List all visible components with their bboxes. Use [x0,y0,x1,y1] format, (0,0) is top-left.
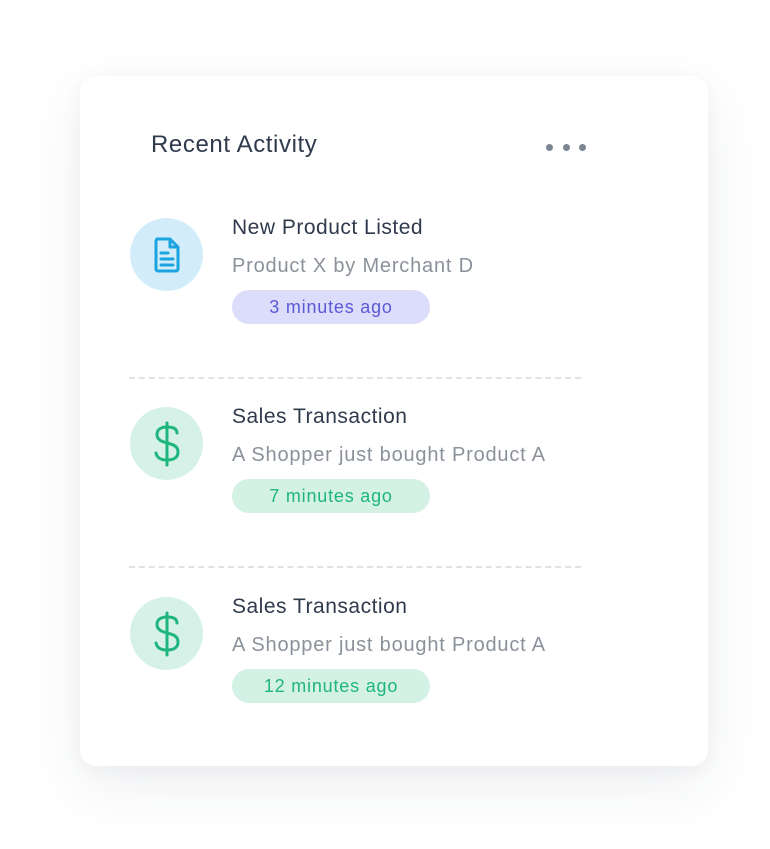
activity-description: Product X by Merchant D [232,255,474,277]
time-badge: 3 minutes ago [232,290,430,324]
divider [129,566,581,568]
stage: Recent Activity New Product Listed Produ… [0,0,770,849]
card-title: Recent Activity [151,131,318,158]
divider [129,377,581,379]
more-options-button[interactable] [546,136,586,158]
activity-description: A Shopper just bought Product A [232,444,546,466]
ellipsis-icon-dot [579,143,586,151]
activity-title: Sales Transaction [232,595,408,618]
dollar-icon [130,597,203,670]
activity-description: A Shopper just bought Product A [232,634,546,656]
time-badge: 7 minutes ago [232,479,430,513]
time-badge: 12 minutes ago [232,669,430,703]
document-icon [130,218,203,291]
recent-activity-card: Recent Activity New Product Listed Produ… [80,76,708,766]
ellipsis-icon-dot [562,143,570,151]
activity-title: New Product Listed [232,216,424,239]
dollar-icon [130,407,203,480]
activity-title: Sales Transaction [232,405,408,428]
ellipsis-icon-dot [546,143,553,151]
